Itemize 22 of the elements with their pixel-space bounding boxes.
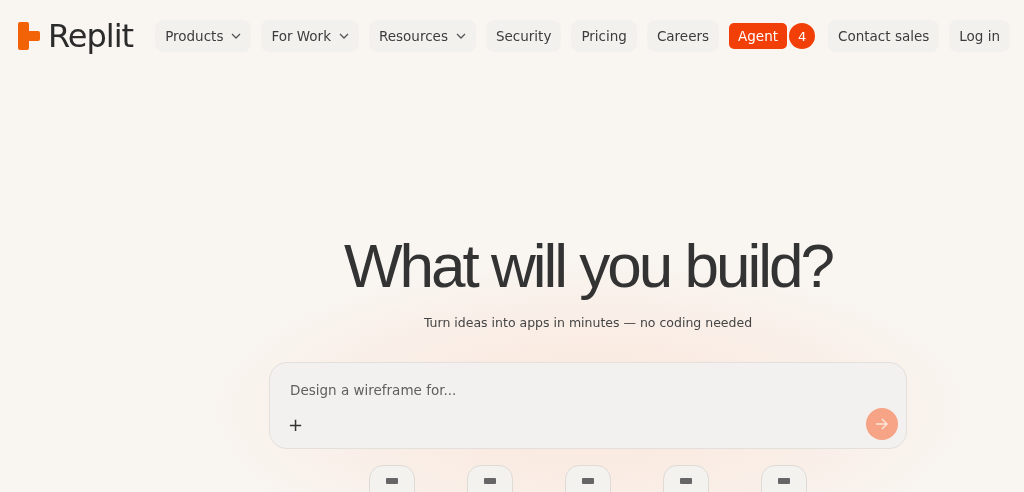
prompt-field[interactable]: Design a wireframe for... + [269, 362, 907, 449]
nav-item[interactable]: Resources [369, 20, 476, 52]
agent-button[interactable]: Agent [729, 23, 788, 49]
attach-button[interactable]: + [288, 413, 304, 435]
hero-subtitle: Turn ideas into apps in minutes — no coding needed [423, 315, 753, 330]
nav-item[interactable]: For Work [261, 20, 359, 52]
logo-icon [18, 22, 40, 50]
tile-icon [484, 478, 496, 484]
count-badge: 4 [789, 23, 816, 49]
nav-item[interactable]: Products [155, 20, 252, 52]
nav-item[interactable]: Pricing [571, 20, 637, 52]
tile-icon [680, 478, 692, 484]
arrow-right-icon [875, 418, 889, 430]
nav-item[interactable]: Security [485, 20, 562, 52]
nav-button[interactable]: Log in [949, 20, 1010, 52]
tile-icon [386, 478, 398, 484]
tile-icon [582, 478, 594, 484]
tile-icon [778, 478, 790, 484]
hero-title: What will you build? [344, 230, 832, 301]
nav-item[interactable]: Careers [646, 20, 720, 52]
nav-button[interactable]: Contact sales [828, 20, 940, 52]
logo-text[interactable]: Replit [48, 17, 134, 55]
